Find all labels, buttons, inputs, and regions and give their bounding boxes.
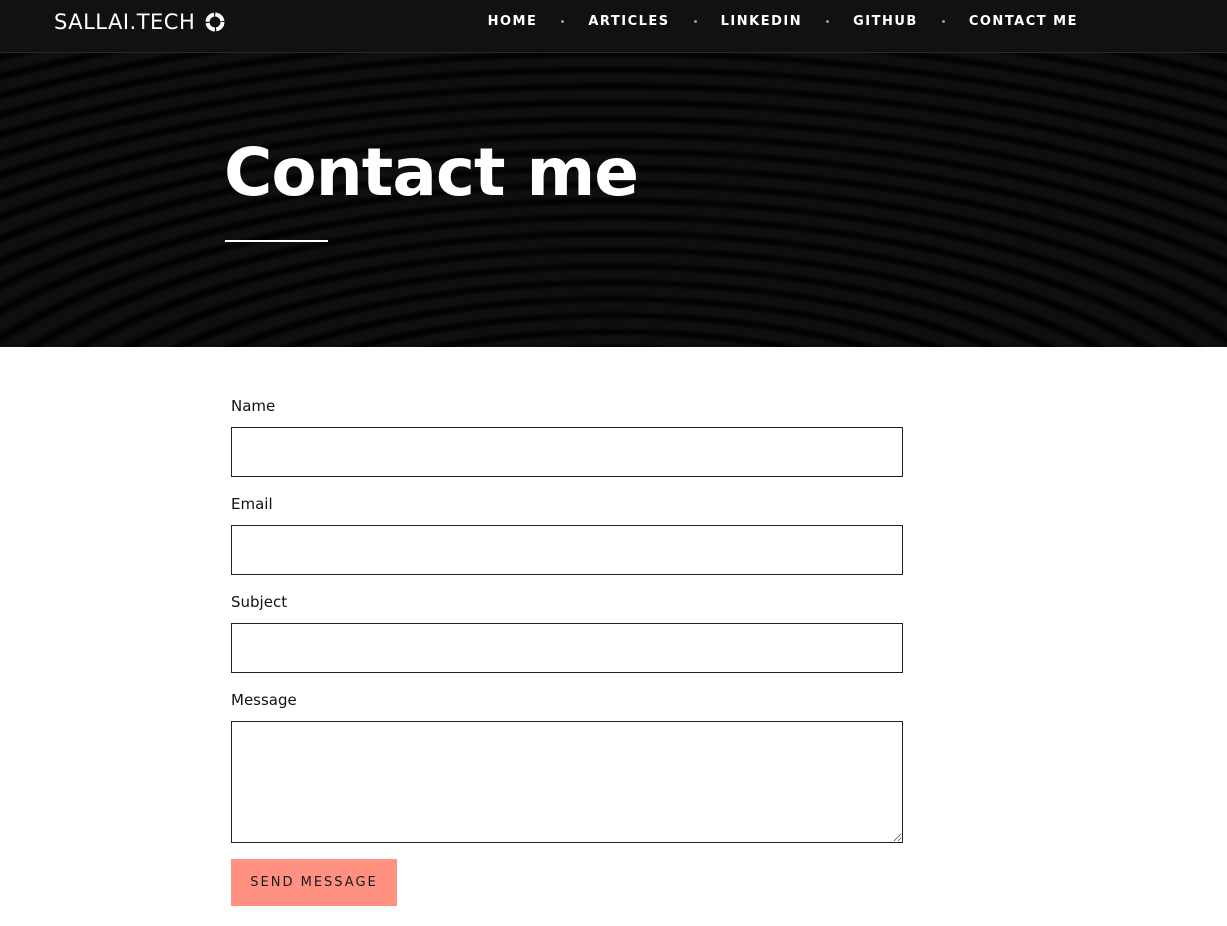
hero-banner: Contact me (0, 53, 1227, 347)
nav-item-articles[interactable]: ARTICLES (588, 14, 669, 29)
brand-text: SALLAI.TECH (54, 10, 196, 34)
brand-link[interactable]: SALLAI.TECH (54, 9, 226, 35)
nav-separator-dot (561, 19, 565, 23)
send-message-button[interactable]: SEND MESSAGE (231, 859, 397, 906)
message-label: Message (231, 691, 297, 709)
name-field[interactable] (231, 427, 903, 477)
nav-item-contact-me[interactable]: CONTACT ME (969, 14, 1078, 29)
nav-item-linkedin[interactable]: LINKEDIN (721, 14, 802, 29)
title-underline (225, 240, 328, 242)
nav-separator-dot (693, 19, 697, 23)
page-title: Contact me (224, 134, 639, 211)
nav-item-home[interactable]: HOME (488, 14, 538, 29)
subject-label: Subject (231, 593, 288, 611)
name-label: Name (231, 397, 276, 415)
circle-arrow-icon (205, 12, 225, 32)
contact-form: Name Email Subject Message SEND MESSAGE (231, 396, 903, 906)
nav-item-github[interactable]: GITHUB (853, 14, 918, 29)
message-field[interactable] (231, 721, 903, 843)
nav-separator-dot (826, 19, 830, 23)
top-navbar: SALLAI.TECH HOME ARTICLES LINKEDIN GITHU… (0, 0, 1227, 53)
nav-separator-dot (941, 19, 945, 23)
email-label: Email (231, 495, 273, 513)
email-field[interactable] (231, 525, 903, 575)
main-nav: HOME ARTICLES LINKEDIN GITHUB CONTACT ME (488, 11, 1078, 31)
subject-field[interactable] (231, 623, 903, 673)
